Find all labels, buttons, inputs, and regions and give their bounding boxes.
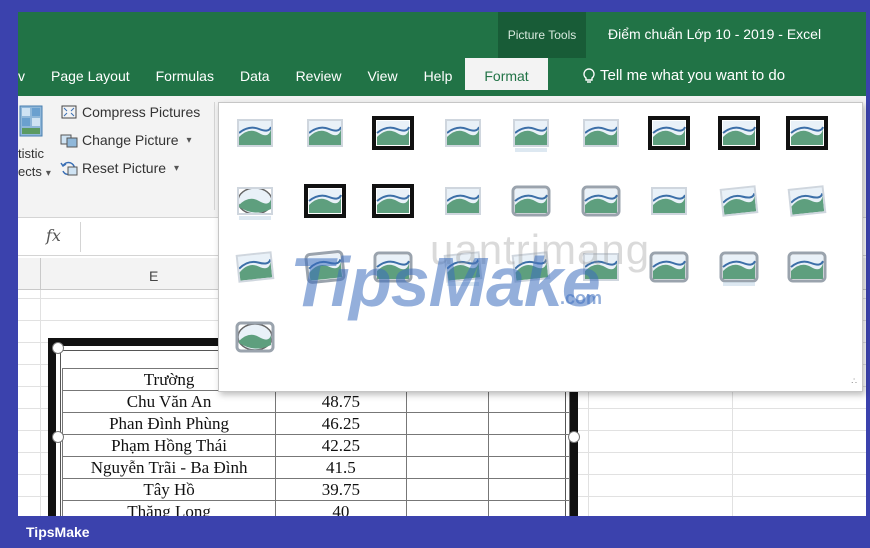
picture-style-rotated-white[interactable] (717, 183, 761, 223)
tab-review[interactable]: Review (283, 64, 355, 88)
outer-frame-top (0, 0, 870, 12)
picture-style-bevel-rectangle[interactable] (509, 183, 553, 223)
picture-style-oval-reflected[interactable] (233, 183, 277, 223)
table-cell: Phan Đình Phùng (61, 412, 277, 435)
resize-handle-middle-right[interactable] (568, 431, 580, 443)
picture-style-simple-frame-black[interactable] (785, 115, 829, 155)
brand-bar: TipsMake (0, 516, 870, 548)
tab-page-layout[interactable]: Page Layout (38, 64, 143, 88)
resize-handle-top-left[interactable] (52, 342, 64, 354)
column-header-e[interactable]: E (149, 268, 158, 284)
picture-style-thick-matte-black[interactable] (717, 115, 761, 155)
tab-help[interactable]: Help (411, 64, 466, 88)
lightbulb-icon (583, 68, 595, 83)
picture-style-drop-shadow-rectangle[interactable] (441, 115, 485, 155)
picture-style-rounded-rectangle[interactable] (441, 183, 485, 223)
table-cell: 42.25 (275, 434, 407, 457)
ribbon-separator (214, 102, 215, 210)
table-cell: Nguyễn Trãi - Ba Đình (61, 456, 277, 479)
outer-frame-left (0, 0, 18, 548)
picture-style-reflected-rounded[interactable] (509, 115, 553, 155)
table-cell (488, 412, 570, 435)
title-bar: Picture Tools Điểm chuẩn Lớp 10 - 2019 -… (18, 12, 866, 96)
picture-style-beveled-dark[interactable] (647, 249, 691, 289)
watermark-logo: TipsMake (290, 243, 601, 321)
table-cell: Tây Hồ (61, 478, 277, 501)
picture-style-center-shadow[interactable] (647, 183, 691, 223)
window-title: Điểm chuẩn Lớp 10 - 2019 - Excel (608, 26, 822, 42)
watermark-suffix: .com (560, 288, 603, 308)
artistic-label-2[interactable]: ects ▾ (18, 164, 51, 179)
reset-picture-icon (60, 161, 78, 176)
table-row: Phan Đình Phùng 46.25 (61, 412, 570, 435)
table-row: Phạm Hồng Thái 42.25 (61, 434, 570, 457)
picture-style-metal-rounded[interactable] (785, 249, 829, 289)
picture-style-thin-black-frame[interactable] (303, 183, 347, 223)
outer-frame-right (866, 0, 870, 548)
insert-function-icon[interactable]: fx (46, 226, 61, 245)
picture-style-simple-frame-white[interactable] (233, 115, 277, 155)
tell-me-text: Tell me what you want to do (600, 67, 786, 84)
artistic-effects-icon[interactable] (18, 104, 44, 140)
table-row: Chu Văn An 48.75 (61, 390, 570, 413)
change-picture-button[interactable]: Change Picture ▾ (60, 132, 192, 148)
table-cell (488, 456, 570, 479)
picture-style-simple-frame-black-grey[interactable] (371, 115, 415, 155)
table-cell: 46.25 (275, 412, 407, 435)
tab-view[interactable]: View (354, 64, 410, 88)
resize-handle-middle-left[interactable] (52, 431, 64, 443)
table-cell (405, 412, 490, 435)
grid-line (40, 290, 41, 516)
table-cell (405, 456, 490, 479)
table-cell (405, 434, 490, 457)
compress-icon (61, 105, 77, 119)
gallery-resize-grip-icon[interactable]: ∴ (851, 376, 857, 387)
table-cell: Chu Văn An (61, 390, 277, 413)
column-divider (40, 258, 41, 290)
picture-style-soft-edge-rectangle[interactable] (303, 115, 347, 155)
tab-formulas[interactable]: Formulas (143, 64, 227, 88)
tab-view-partial[interactable]: v (18, 64, 38, 88)
artistic-label-1[interactable]: tistic (18, 146, 44, 161)
picture-style-metal-oval[interactable] (233, 319, 277, 359)
table-cell: 41.5 (275, 456, 407, 479)
table-cell: Phạm Hồng Thái (61, 434, 277, 457)
picture-style-beveled-frame[interactable] (579, 183, 623, 223)
ribbon-tabs: v Page Layout Formulas Data Review View … (18, 58, 548, 96)
picture-style-double-frame-black[interactable] (647, 115, 691, 155)
picture-tools-label: Picture Tools (498, 12, 586, 58)
reset-picture-button[interactable]: Reset Picture ▾ (60, 160, 179, 176)
table-cell: 48.75 (275, 390, 407, 413)
tell-me-search[interactable]: Tell me what you want to do (582, 64, 785, 88)
compress-pictures-button[interactable]: Compress Pictures (60, 104, 200, 120)
tab-data[interactable]: Data (227, 64, 283, 88)
table-cell (488, 478, 570, 501)
table-cell (405, 478, 490, 501)
picture-style-reflected-bevel-white[interactable] (717, 249, 761, 289)
table-cell (488, 390, 570, 413)
picture-style-thick-black-frame[interactable] (371, 183, 415, 223)
table-cell: 39.75 (275, 478, 407, 501)
table-row: Nguyễn Trãi - Ba Đình 41.5 (61, 456, 570, 479)
table-row: Tây Hồ 39.75 (61, 478, 570, 501)
table-cell (488, 434, 570, 457)
tab-format[interactable]: Format (465, 58, 548, 90)
formula-separator (80, 222, 81, 252)
picture-style-relaxed-perspective[interactable] (233, 249, 277, 289)
change-picture-icon (60, 134, 78, 148)
table-cell (405, 390, 490, 413)
brand-name: TipsMake (26, 524, 90, 540)
picture-style-perspective-shadow[interactable] (785, 183, 829, 223)
picture-style-soft-edge[interactable] (579, 115, 623, 155)
